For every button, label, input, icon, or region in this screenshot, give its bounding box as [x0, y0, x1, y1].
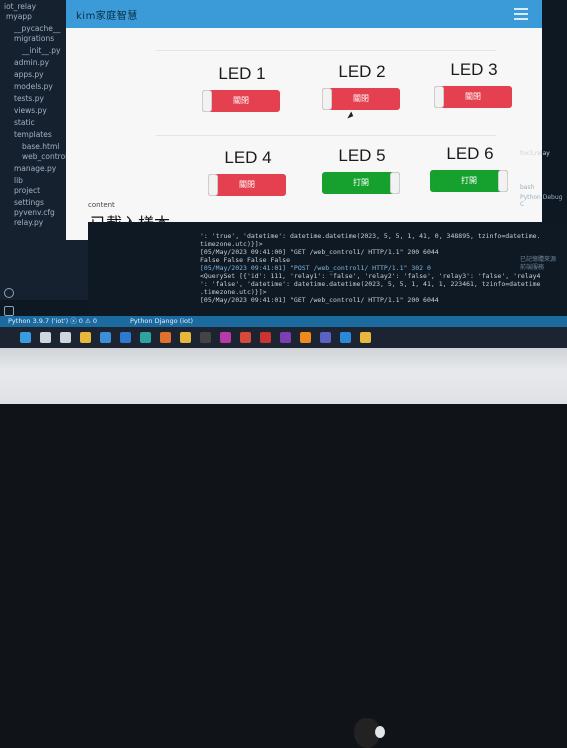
- led-title: LED 5: [338, 146, 386, 165]
- explorer-item[interactable]: templates: [14, 130, 52, 140]
- toggle-label: 關閉: [465, 92, 481, 101]
- explorer-item[interactable]: models.py: [14, 82, 53, 92]
- hamburger-menu-icon[interactable]: [514, 8, 528, 20]
- python-env-status[interactable]: Python 3.9.7 ('iot') ⓧ 0 ⚠ 0: [8, 316, 97, 327]
- explorer-item[interactable]: pyvenv.cfg: [14, 208, 55, 218]
- divider: [156, 50, 496, 51]
- firefox-icon[interactable]: [160, 332, 171, 343]
- explorer-item[interactable]: lib: [14, 176, 23, 186]
- led-title: LED 1: [218, 64, 266, 83]
- site-brand[interactable]: kim家庭智慧: [76, 7, 138, 22]
- panel-line[interactable]: bash: [520, 184, 534, 191]
- vlc-icon[interactable]: [300, 332, 311, 343]
- toggle-knob: [498, 170, 508, 192]
- explorer-item[interactable]: apps.py: [14, 70, 44, 80]
- led-card-5: LED 5 打開: [316, 146, 408, 216]
- apple-logo-icon: [354, 718, 385, 748]
- toggle-knob: [322, 88, 332, 110]
- led-toggle-switch[interactable]: 打開: [322, 172, 400, 194]
- panel-line: 前端服務: [520, 264, 545, 271]
- site-navbar: kim家庭智慧: [66, 0, 542, 28]
- explorer-item[interactable]: migrations: [14, 34, 54, 44]
- explorer-item[interactable]: iot_relay: [4, 2, 36, 12]
- panel-line: fox3,relay: [520, 150, 550, 157]
- terminal-line: [05/May/2023 09:41:00] "GET /web_control…: [200, 248, 439, 256]
- explorer-item[interactable]: manage.py: [14, 164, 56, 174]
- mail-icon[interactable]: [100, 332, 111, 343]
- toggle-knob: [434, 86, 444, 108]
- app-icon[interactable]: [200, 332, 211, 343]
- led-card-1: LED 1 關閉: [196, 64, 288, 134]
- teams-icon[interactable]: [320, 332, 331, 343]
- monitor-bezel: [0, 348, 567, 748]
- led-toggle-switch[interactable]: 關閉: [434, 86, 512, 108]
- terminal-line: [05/May/2023 09:41:01] "POST /web_contro…: [200, 264, 431, 272]
- browser-window: kim家庭智慧 LED 1 關閉 LED 2 關閉 LED 3 關閉 LED 4…: [66, 0, 542, 240]
- explorer-item[interactable]: settings: [14, 198, 44, 208]
- led-card-2: LED 2 關閉: [316, 62, 408, 132]
- terminal-line: ': 'false', 'datetime': datetime.datetim…: [200, 280, 541, 288]
- terminal-line: False False False False: [200, 256, 291, 264]
- activity-bar: [0, 280, 14, 320]
- search-icon[interactable]: [40, 332, 51, 343]
- file-explorer-icon[interactable]: [80, 332, 91, 343]
- explorer-item[interactable]: relay.py: [14, 218, 43, 228]
- onenote-icon[interactable]: [280, 332, 291, 343]
- task-view-icon[interactable]: [60, 332, 71, 343]
- taskbar: [0, 327, 567, 349]
- terminal-line: .timezone.utc)}]>: [200, 288, 267, 296]
- explorer-item[interactable]: admin.py: [14, 58, 49, 68]
- led-title: LED 2: [338, 62, 386, 81]
- explorer-icon[interactable]: [360, 332, 371, 343]
- led-toggle-switch[interactable]: 打開: [430, 170, 508, 192]
- explorer-item[interactable]: __init__.py: [22, 46, 60, 56]
- led-toggle-switch[interactable]: 關閉: [202, 90, 280, 112]
- photos-icon[interactable]: [220, 332, 231, 343]
- explorer-item[interactable]: static: [14, 118, 35, 128]
- explorer-item[interactable]: myapp: [6, 12, 32, 22]
- divider: [156, 135, 496, 136]
- windows-start-icon[interactable]: [20, 332, 31, 343]
- toggle-knob: [208, 174, 218, 196]
- toggle-label: 打開: [353, 178, 369, 187]
- toggle-label: 關閉: [353, 94, 369, 103]
- terminal-line: ': 'true', 'datetime': datetime.datetime…: [200, 232, 541, 240]
- terminal-panel[interactable]: ': 'true', 'datetime': datetime.datetime…: [88, 222, 567, 314]
- gear-icon[interactable]: [4, 306, 14, 316]
- led-toggle-switch[interactable]: 關閉: [208, 174, 286, 196]
- status-bar: Python 3.9.7 ('iot') ⓧ 0 ⚠ 0 Python Djan…: [0, 316, 567, 327]
- store-icon[interactable]: [120, 332, 131, 343]
- led-title: LED 4: [224, 148, 272, 167]
- led-title: LED 3: [450, 60, 498, 79]
- filezilla-icon[interactable]: [260, 332, 271, 343]
- led-card-4: LED 4 關閉: [202, 148, 294, 218]
- toggle-label: 關閉: [239, 180, 255, 189]
- folder-icon[interactable]: [180, 332, 191, 343]
- explorer-item[interactable]: views.py: [14, 106, 47, 116]
- chrome-icon[interactable]: [240, 332, 251, 343]
- toggle-label: 關閉: [233, 96, 249, 105]
- led-title: LED 6: [446, 144, 494, 163]
- toggle-knob: [390, 172, 400, 194]
- toggle-label: 打開: [461, 176, 477, 185]
- explorer-item[interactable]: base.html: [22, 142, 59, 152]
- terminal-line: timezone.utc)}]>: [200, 240, 263, 248]
- explorer-item[interactable]: tests.py: [14, 94, 44, 104]
- interpreter-status[interactable]: Python Django (iot): [130, 316, 193, 327]
- edge-browser-icon[interactable]: [140, 332, 151, 343]
- monitor-screen: iot_relay myapp __pycache__ migrations __ini…: [0, 0, 567, 372]
- account-icon[interactable]: [4, 288, 14, 298]
- toggle-knob: [202, 90, 212, 112]
- led-toggle-switch[interactable]: 關閉: [322, 88, 400, 110]
- terminal-line: <QuerySet [{'id': 111, 'relay1': 'false'…: [200, 272, 541, 280]
- terminal-line: [05/May/2023 09:41:01] "GET /web_control…: [200, 296, 439, 304]
- terminal-list-panel: fox3,relay bash Python Debug C 已記憶體來源 前端…: [520, 150, 567, 310]
- panel-line[interactable]: Python Debug C: [520, 194, 567, 208]
- explorer-item[interactable]: project: [14, 186, 40, 196]
- content-label: content: [88, 201, 115, 209]
- led-card-6: LED 6 打開: [424, 144, 516, 214]
- vscode-icon[interactable]: [340, 332, 351, 343]
- explorer-item[interactable]: __pycache__: [14, 24, 60, 34]
- led-card-3: LED 3 關閉: [428, 60, 520, 130]
